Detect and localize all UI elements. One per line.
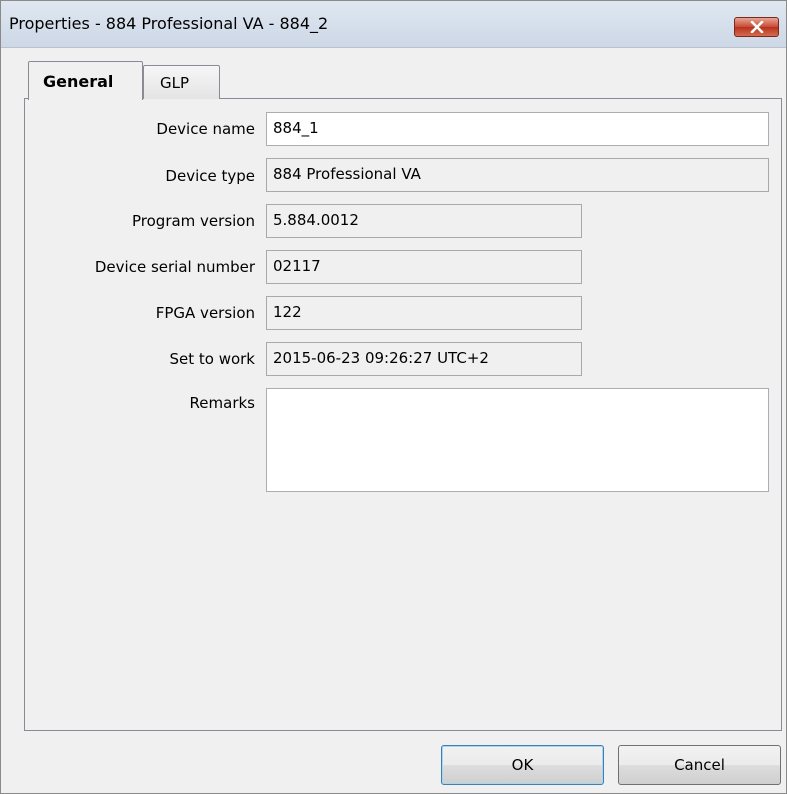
- remarks-label: Remarks: [189, 394, 255, 412]
- tab-glp-label: GLP: [160, 74, 190, 92]
- fpga-version-label: FPGA version: [155, 304, 255, 322]
- tab-general[interactable]: General: [28, 61, 143, 100]
- close-button[interactable]: [734, 17, 779, 37]
- serial-number-label: Device serial number: [94, 258, 255, 276]
- properties-dialog: Properties - 884 Professional VA - 884_2…: [0, 0, 787, 794]
- program-version-field: 5.884.0012: [266, 204, 582, 238]
- set-to-work-field: 2015-06-23 09:26:27 UTC+2: [266, 342, 582, 376]
- tab-glp[interactable]: GLP: [143, 65, 220, 99]
- ok-button[interactable]: OK: [441, 745, 604, 785]
- set-to-work-label: Set to work: [169, 350, 255, 368]
- tab-general-label: General: [43, 72, 114, 91]
- serial-number-field: 02117: [266, 250, 582, 284]
- remarks-textarea[interactable]: [266, 388, 769, 492]
- device-type-label: Device type: [165, 167, 255, 185]
- window-title: Properties - 884 Professional VA - 884_2: [9, 14, 329, 33]
- fpga-version-field: 122: [266, 296, 582, 330]
- device-name-label: Device name: [156, 120, 255, 138]
- cancel-button[interactable]: Cancel: [618, 745, 781, 785]
- title-bar[interactable]: Properties - 884 Professional VA - 884_2: [1, 1, 786, 48]
- program-version-label: Program version: [132, 212, 255, 230]
- close-icon: [750, 21, 764, 33]
- device-name-field[interactable]: 884_1: [266, 112, 769, 146]
- device-type-field: 884 Professional VA: [266, 158, 769, 192]
